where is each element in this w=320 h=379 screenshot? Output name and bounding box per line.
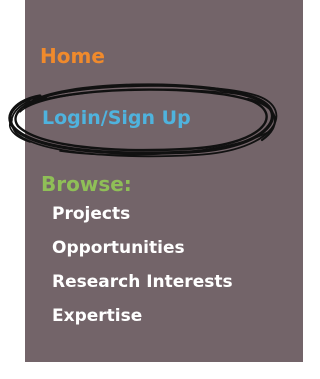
expertise-link[interactable]: Expertise: [52, 306, 142, 326]
projects-link[interactable]: Projects: [52, 204, 130, 224]
browse-item-research-interests: Research Interests: [52, 272, 233, 306]
browse-item-expertise: Expertise: [52, 306, 233, 340]
browse-item-opportunities: Opportunities: [52, 238, 233, 272]
opportunities-link[interactable]: Opportunities: [52, 238, 185, 258]
browse-heading: Browse:: [41, 172, 132, 196]
browse-list: Projects Opportunities Research Interest…: [52, 204, 233, 340]
login-signup-link[interactable]: Login/Sign Up: [42, 107, 191, 129]
browse-item-projects: Projects: [52, 204, 233, 238]
home-link[interactable]: Home: [40, 44, 105, 68]
research-interests-link[interactable]: Research Interests: [52, 272, 233, 292]
